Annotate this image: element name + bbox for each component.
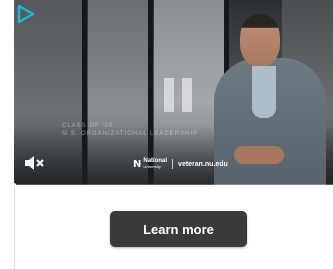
play-triangle-icon[interactable] <box>16 4 36 24</box>
caption-line-1: CLASS OF '20 <box>62 123 114 129</box>
caption-line-2: M.S. ORGANIZATIONAL LEADERSHIP <box>62 131 199 137</box>
brand-url: veteran.nu.edu <box>178 160 228 168</box>
presenter-head <box>240 14 280 66</box>
national-university-brand: N National University veteran.nu.edu <box>133 158 228 170</box>
brand-logo-letter: N <box>133 158 142 170</box>
muted-speaker-icon[interactable] <box>24 155 44 171</box>
brand-name-line-2: University <box>143 164 161 169</box>
video-progress-handle[interactable] <box>12 183 16 187</box>
video-progress-bar[interactable] <box>14 184 333 186</box>
learn-more-button[interactable]: Learn more <box>110 211 247 247</box>
pause-button[interactable] <box>164 78 194 112</box>
presenter-shirt <box>252 66 276 118</box>
video-caption: CLASS OF '20 M.S. ORGANIZATIONAL LEADERS… <box>62 122 198 138</box>
brand-name: National University <box>143 158 167 170</box>
pause-icon-bar <box>182 78 192 112</box>
presenter-hands <box>234 146 284 164</box>
brand-divider <box>172 159 174 169</box>
pause-icon <box>164 78 174 112</box>
